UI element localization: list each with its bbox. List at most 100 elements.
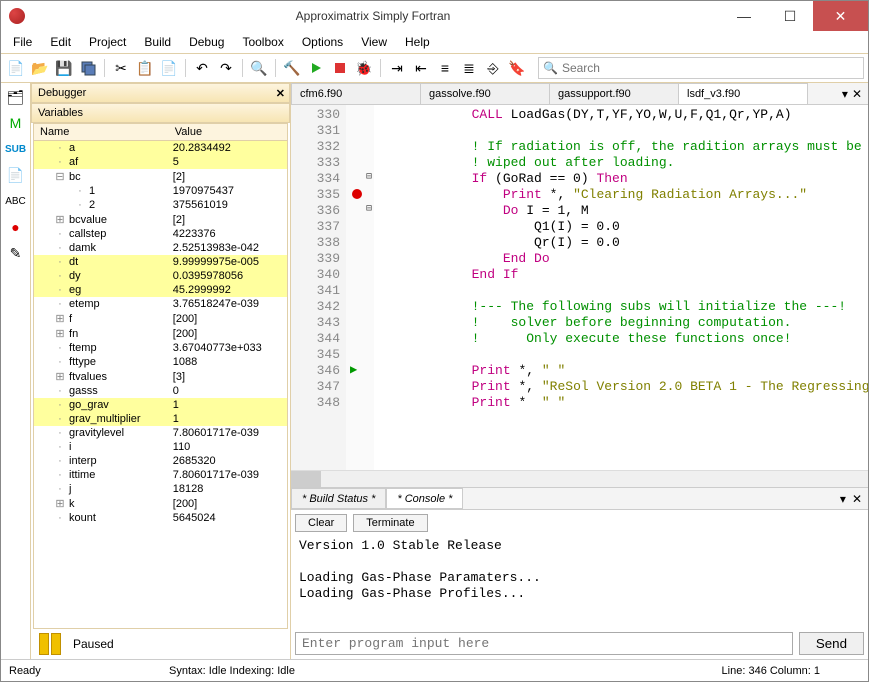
debug-state-label: Paused xyxy=(73,637,114,651)
bookmark-icon[interactable]: 🔖 xyxy=(506,57,528,79)
paste-icon[interactable]: 📄 xyxy=(158,57,180,79)
build-icon[interactable]: 🔨 xyxy=(281,57,303,79)
comment-icon[interactable]: ≡ xyxy=(434,57,456,79)
var-row[interactable]: · eg45.2999992 xyxy=(34,283,287,297)
menu-help[interactable]: Help xyxy=(397,33,438,51)
close-button[interactable]: ✕ xyxy=(813,1,868,31)
var-row[interactable]: · dy0.0395978056 xyxy=(34,269,287,283)
bottom-tabs: * Build Status ** Console * ▾ ✕ xyxy=(291,487,868,509)
modules-icon[interactable]: M xyxy=(6,113,26,133)
var-row[interactable]: ⊞ bcvalue[2] xyxy=(34,212,287,227)
menu-edit[interactable]: Edit xyxy=(42,33,79,51)
editor-gutter[interactable]: ▶⊟⊟ xyxy=(346,105,374,470)
menu-project[interactable]: Project xyxy=(81,33,134,51)
code-editor[interactable]: 3303313323333343353363373383393403413423… xyxy=(291,105,868,470)
var-row[interactable]: · gasss0 xyxy=(34,384,287,398)
close-tab-icon[interactable]: ✕ xyxy=(852,87,862,101)
var-row[interactable]: · i110 xyxy=(34,440,287,454)
var-row[interactable]: · damk2.52513983e-042 xyxy=(34,241,287,255)
var-row[interactable]: ⊞ fn[200] xyxy=(34,326,287,341)
tools-icon[interactable]: ✎ xyxy=(6,243,26,263)
terminate-button[interactable]: Terminate xyxy=(353,514,427,532)
window-title: Approximatrix Simply Fortran xyxy=(25,9,721,23)
undo-icon[interactable]: ↶ xyxy=(191,57,213,79)
var-row[interactable]: · ftemp3.67040773e+033 xyxy=(34,341,287,355)
console-input[interactable] xyxy=(295,632,793,655)
editor-tabs: cfm6.f90gassolve.f90gassupport.f90lsdf_v… xyxy=(291,83,868,105)
var-row[interactable]: · dt9.99999975e-005 xyxy=(34,255,287,269)
unindent-icon[interactable]: ⇤ xyxy=(410,57,432,79)
copy-icon[interactable]: 📋 xyxy=(134,57,156,79)
maximize-button[interactable]: ☐ xyxy=(767,1,813,31)
editor-tab[interactable]: gassupport.f90 xyxy=(549,83,679,104)
menu-view[interactable]: View xyxy=(353,33,395,51)
col-value[interactable]: Value xyxy=(169,124,287,141)
save-all-icon[interactable] xyxy=(77,57,99,79)
editor-hscrollbar[interactable] xyxy=(291,470,868,487)
menu-file[interactable]: File xyxy=(5,33,40,51)
search-icon: 🔍 xyxy=(543,61,558,75)
var-row[interactable]: ⊞ k[200] xyxy=(34,496,287,511)
project-icon[interactable]: 🗂 xyxy=(6,87,26,107)
code-area[interactable]: CALL LoadGas(DY,T,YF,YO,W,U,F,Q1,Qr,YP,A… xyxy=(374,105,868,470)
new-icon[interactable]: 📄 xyxy=(5,57,27,79)
search-panel-icon[interactable]: ABC xyxy=(6,191,26,211)
var-row[interactable]: · 2375561019 xyxy=(34,198,287,212)
var-row[interactable]: · callstep4223376 xyxy=(34,227,287,241)
var-row[interactable]: · kount5645024 xyxy=(34,511,287,525)
find-icon[interactable]: 🔍 xyxy=(248,57,270,79)
bottom-tab[interactable]: * Console * xyxy=(386,488,463,509)
var-row[interactable]: · go_grav1 xyxy=(34,398,287,412)
clear-button[interactable]: Clear xyxy=(295,514,347,532)
tab-menu-icon[interactable]: ▾ xyxy=(842,87,848,101)
run-icon[interactable] xyxy=(305,57,327,79)
var-row[interactable]: · etemp3.76518247e-039 xyxy=(34,297,287,311)
menu-build[interactable]: Build xyxy=(136,33,179,51)
format-icon[interactable]: ⎆ xyxy=(482,57,504,79)
files-icon[interactable]: 📄 xyxy=(6,165,26,185)
var-row[interactable]: · j18128 xyxy=(34,482,287,496)
search-box[interactable]: 🔍 xyxy=(538,57,864,79)
fold-icon[interactable]: ⊟ xyxy=(366,171,372,183)
var-row[interactable]: ⊟ bc[2] xyxy=(34,169,287,184)
var-row[interactable]: · a20.2834492 xyxy=(34,141,287,156)
var-row[interactable]: · ittime7.80601717e-039 xyxy=(34,468,287,482)
debug-icon[interactable]: 🐞 xyxy=(353,57,375,79)
editor-tab[interactable]: cfm6.f90 xyxy=(291,83,421,104)
var-row[interactable]: · interp2685320 xyxy=(34,454,287,468)
send-button[interactable]: Send xyxy=(799,632,864,655)
indent-icon[interactable]: ⇥ xyxy=(386,57,408,79)
var-row[interactable]: ⊞ f[200] xyxy=(34,311,287,326)
editor-tab[interactable]: lsdf_v3.f90 xyxy=(678,83,808,104)
menu-options[interactable]: Options xyxy=(294,33,351,51)
col-name[interactable]: Name xyxy=(34,124,169,141)
fold-icon[interactable]: ⊟ xyxy=(366,203,372,215)
cut-icon[interactable]: ✂ xyxy=(110,57,132,79)
var-row[interactable]: · fttype1088 xyxy=(34,355,287,369)
open-icon[interactable]: 📂 xyxy=(29,57,51,79)
minimize-button[interactable]: — xyxy=(721,1,767,31)
breakpoint-icon[interactable] xyxy=(352,189,362,199)
stop-icon[interactable] xyxy=(329,57,351,79)
variables-panel-header: Variables xyxy=(31,103,290,123)
var-row[interactable]: · grav_multiplier1 xyxy=(34,412,287,426)
var-row[interactable]: · gravitylevel7.80601717e-039 xyxy=(34,426,287,440)
variables-grid[interactable]: Name Value · a20.2834492· af5⊟ bc[2]· 11… xyxy=(33,123,288,629)
bottom-tab[interactable]: * Build Status * xyxy=(291,488,386,509)
close-debugger-icon[interactable]: ✕ xyxy=(276,87,285,100)
var-row[interactable]: · af5 xyxy=(34,155,287,169)
breakpoints-icon[interactable]: ● xyxy=(6,217,26,237)
panel-menu-icon[interactable]: ▾ xyxy=(840,492,846,506)
close-panel-icon[interactable]: ✕ xyxy=(852,492,862,506)
var-row[interactable]: · 11970975437 xyxy=(34,184,287,198)
debugger-panel-title: Debugger xyxy=(38,87,86,99)
menu-debug[interactable]: Debug xyxy=(181,33,232,51)
subs-icon[interactable]: SUB xyxy=(6,139,26,159)
var-row[interactable]: ⊞ ftvalues[3] xyxy=(34,369,287,384)
uncomment-icon[interactable]: ≣ xyxy=(458,57,480,79)
editor-tab[interactable]: gassolve.f90 xyxy=(420,83,550,104)
menu-toolbox[interactable]: Toolbox xyxy=(234,33,291,51)
save-icon[interactable]: 💾 xyxy=(53,57,75,79)
redo-icon[interactable]: ↷ xyxy=(215,57,237,79)
search-input[interactable] xyxy=(562,61,859,75)
